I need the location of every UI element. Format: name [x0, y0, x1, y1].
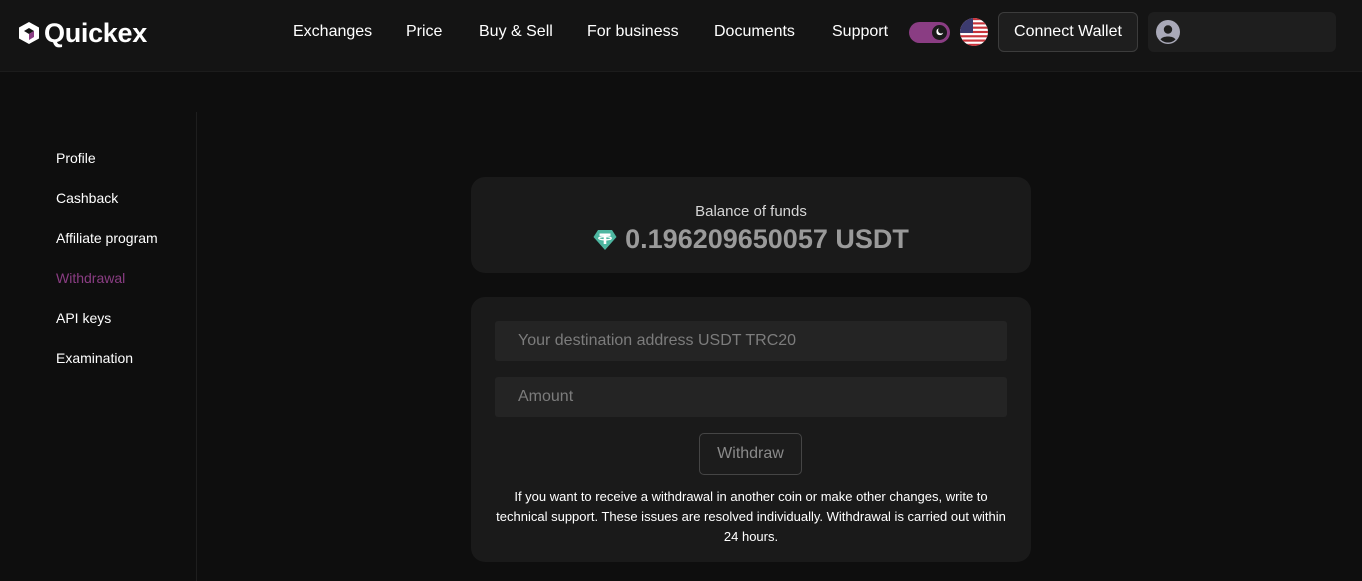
quickex-logo-icon — [19, 22, 39, 44]
withdraw-form-card: Withdraw If you want to receive a withdr… — [471, 297, 1031, 562]
user-avatar-icon — [1156, 20, 1180, 44]
sidebar-item-affiliate-program[interactable]: Affiliate program — [56, 230, 158, 246]
sidebar-item-api-keys[interactable]: API keys — [56, 310, 111, 326]
sidebar-item-cashback[interactable]: Cashback — [56, 190, 118, 206]
language-flag — [960, 18, 988, 46]
us-flag-icon[interactable] — [960, 18, 988, 46]
balance-value: 0.196209650057 USDT — [625, 224, 909, 254]
withdraw-button[interactable]: Withdraw — [699, 433, 802, 475]
sidebar-item-profile[interactable]: Profile — [56, 150, 96, 166]
nav-for-business[interactable]: For business — [587, 23, 679, 41]
connect-wallet-button[interactable]: Connect Wallet — [998, 12, 1138, 52]
balance-card: Balance of funds 0.196209650057 USDT — [471, 177, 1031, 273]
sidebar-item-examination[interactable]: Examination — [56, 350, 133, 366]
sidebar-item-withdrawal[interactable]: Withdrawal — [56, 270, 125, 286]
nav-exchanges[interactable]: Exchanges — [293, 23, 372, 41]
nav-buy-sell[interactable]: Buy & Sell — [479, 23, 553, 41]
destination-address-input[interactable] — [495, 321, 1007, 361]
nav-documents[interactable]: Documents — [714, 23, 795, 41]
tether-icon — [593, 229, 617, 250]
brand-logo[interactable]: Quickex — [18, 18, 147, 48]
theme-toggle[interactable] — [909, 22, 950, 43]
nav-price[interactable]: Price — [406, 23, 442, 41]
user-account-button[interactable] — [1148, 12, 1336, 52]
withdrawal-note: If you want to receive a withdrawal in a… — [496, 489, 1006, 544]
balance-row: 0.196209650057 USDT — [471, 224, 1031, 255]
amount-input[interactable] — [495, 377, 1007, 417]
nav-support[interactable]: Support — [832, 23, 888, 41]
balance-label: Balance of funds — [695, 203, 807, 220]
moon-icon — [936, 28, 944, 36]
brand-name: Quickex — [44, 17, 147, 48]
theme-toggle-knob — [932, 25, 947, 40]
top-header: Quickex Exchanges Price Buy & Sell For b… — [0, 0, 1362, 72]
sidebar: Profile Cashback Affiliate program Withd… — [0, 112, 197, 581]
